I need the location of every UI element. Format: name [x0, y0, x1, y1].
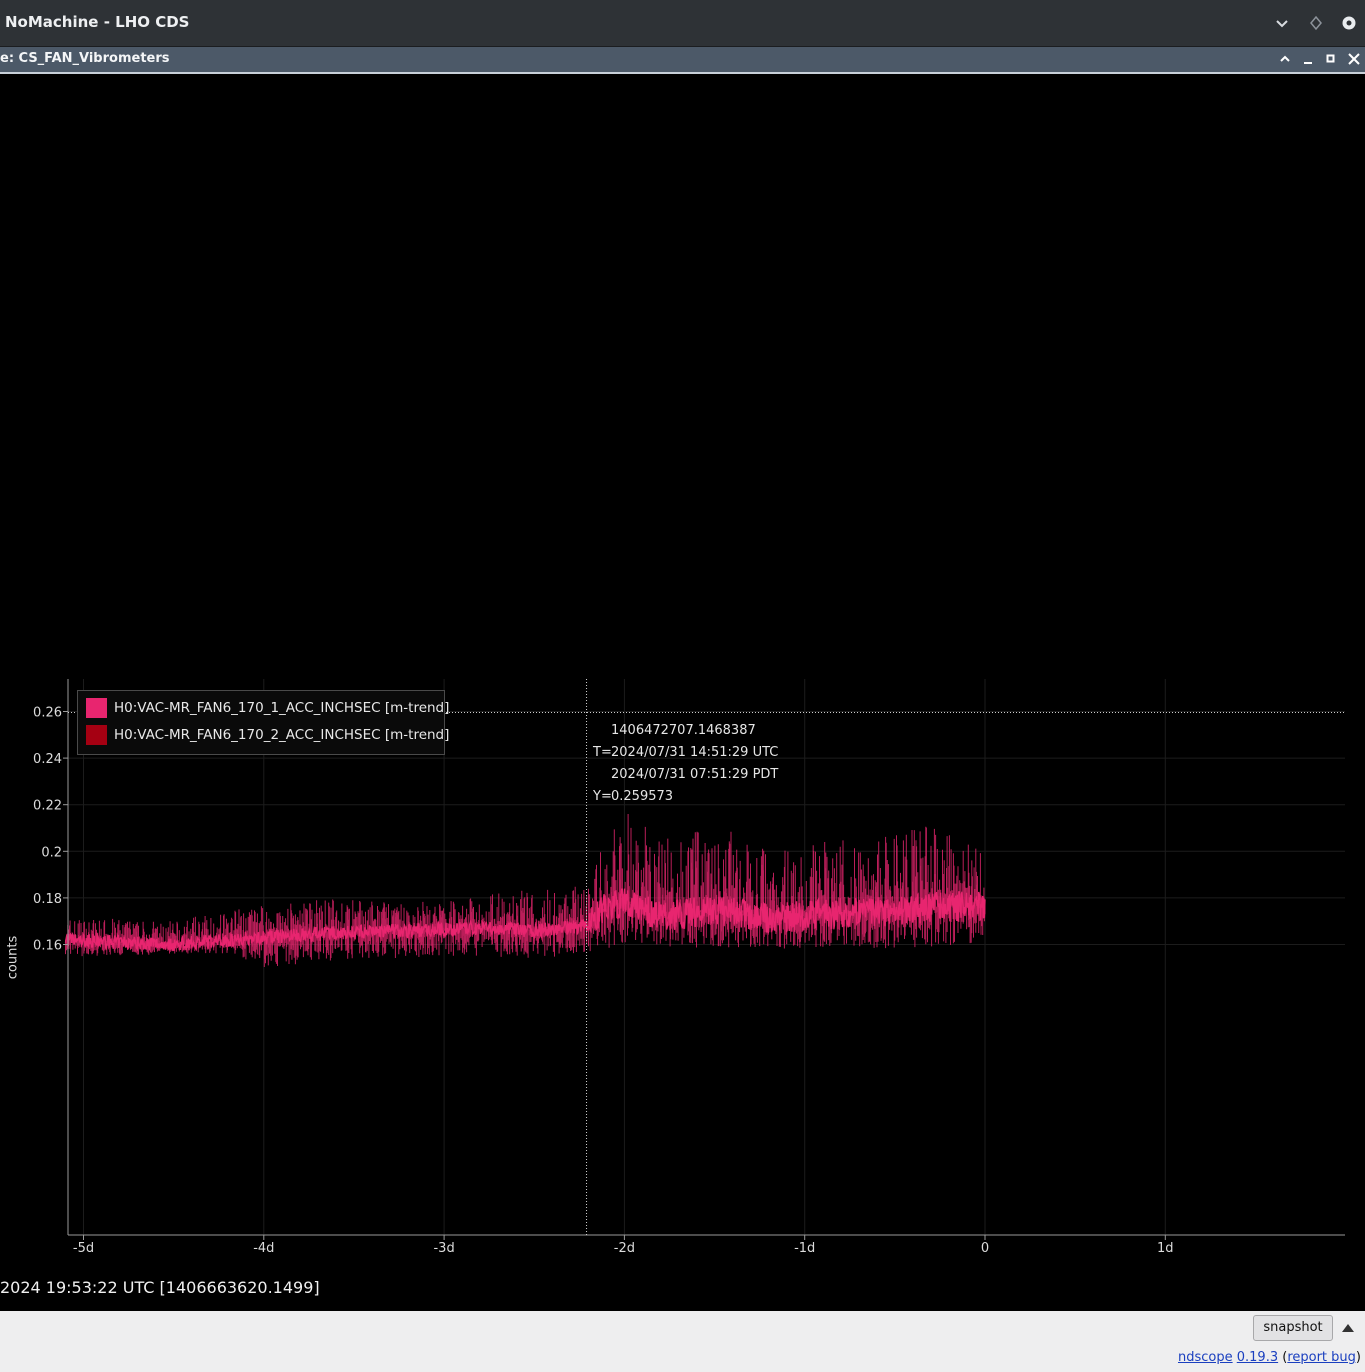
- maximize-icon[interactable]: [1322, 50, 1340, 68]
- x-tick-label: -1d: [794, 1241, 815, 1256]
- y-tick-label: 0.26: [33, 706, 62, 721]
- snapshot-button[interactable]: snapshot: [1253, 1315, 1333, 1341]
- x-tick-label: -2d: [614, 1241, 635, 1256]
- legend-label: H0:VAC-MR_FAN6_170_1_ACC_INCHSEC [m-tren…: [114, 700, 450, 716]
- y-tick-label: 0.22: [33, 799, 62, 814]
- cursor-y-prefix: Y=: [593, 789, 612, 804]
- y-tick-label: 0.18: [33, 892, 62, 907]
- legend-swatch: [86, 725, 107, 745]
- nomachine-titlebar: NoMachine - LHO CDS: [0, 0, 1365, 47]
- close-icon[interactable]: [1338, 12, 1360, 34]
- report-bug-link[interactable]: report bug: [1287, 1350, 1356, 1365]
- nomachine-title: NoMachine - LHO CDS: [5, 13, 190, 31]
- ndscope-link[interactable]: ndscope: [1178, 1350, 1233, 1365]
- y-axis-label: counts: [5, 935, 21, 980]
- time-status: 2024 19:53:22 UTC [1406663620.1499]: [0, 1278, 320, 1297]
- cursor-pdt: 2024/07/31 07:51:29 PDT: [611, 767, 779, 782]
- paren-close: ): [1355, 1350, 1361, 1365]
- cursor-utc: 2024/07/31 14:51:29 UTC: [611, 745, 779, 760]
- chevron-up-icon[interactable]: [1276, 50, 1294, 68]
- x-tick-label: 1d: [1157, 1241, 1174, 1256]
- x-tick-label: -5d: [73, 1241, 94, 1256]
- footer-links: ndscope 0.19.3 (report bug): [1178, 1350, 1361, 1365]
- y-tick-label: 0.2: [41, 845, 62, 860]
- bottom-pane: snapshot ndscope 0.19.3 (report bug): [0, 1311, 1365, 1372]
- close-icon[interactable]: [1345, 50, 1363, 68]
- minimize-icon[interactable]: [1299, 50, 1317, 68]
- version-link[interactable]: 0.19.3: [1237, 1350, 1278, 1365]
- plot-legend[interactable]: H0:VAC-MR_FAN6_170_1_ACC_INCHSEC [m-tren…: [77, 690, 449, 755]
- trend-plot[interactable]: 0.16 0.18 0.2 0.22 0.24 0.26 -5d -4d -3d -2d -1d 0 1…: [0, 74, 1365, 1274]
- legend-swatch: [86, 698, 107, 718]
- cursor-readout: 1406472707.1468387 T=2024/07/31 14:51:29…: [593, 720, 778, 808]
- x-tick-label: 0: [981, 1241, 989, 1256]
- legend-label: H0:VAC-MR_FAN6_170_2_ACC_INCHSEC [m-tren…: [114, 727, 450, 743]
- y-tick-label: 0.16: [33, 939, 62, 954]
- cursor-gps: 1406472707.1468387: [611, 723, 756, 738]
- window-titlebar: e: CS_FAN_Vibrometers: [0, 47, 1365, 74]
- expand-arrow-icon[interactable]: [1341, 1320, 1355, 1334]
- cursor-t-prefix: T=: [593, 745, 612, 760]
- chevron-down-icon[interactable]: [1271, 12, 1293, 34]
- cursor-y-value: 0.259573: [611, 789, 674, 804]
- x-tick-label: -4d: [253, 1241, 274, 1256]
- y-tick-label: 0.24: [33, 752, 62, 767]
- window-title: e: CS_FAN_Vibrometers: [0, 51, 170, 66]
- x-tick-label: -3d: [433, 1241, 454, 1256]
- diamond-icon[interactable]: [1305, 12, 1327, 34]
